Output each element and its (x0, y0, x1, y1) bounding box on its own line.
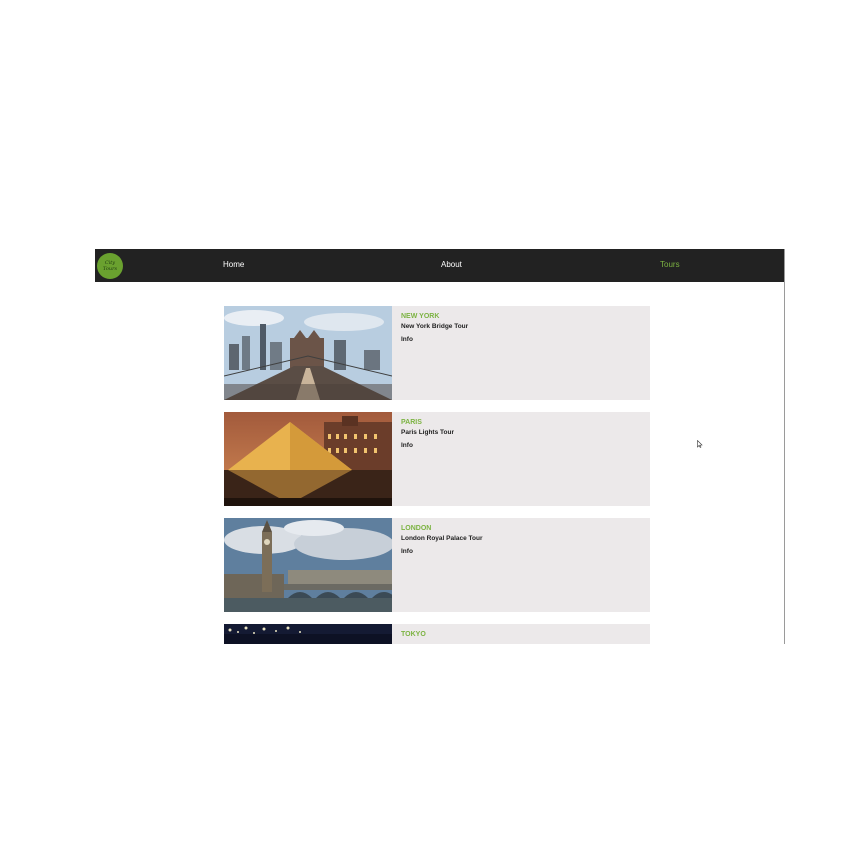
brooklyn-bridge-photo[interactable] (224, 306, 392, 400)
tour-card[interactable]: NEW YORK New York Bridge Tour Info (224, 306, 650, 400)
browser-viewport: City Tours Home About Tours NEW YORK New… (95, 249, 785, 644)
tour-title: New York Bridge Tour (401, 323, 469, 330)
tour-card[interactable]: LONDON London Royal Palace Tour Info (224, 518, 650, 612)
window-edge (784, 249, 785, 644)
tour-city: NEW YORK (401, 313, 440, 320)
tour-city: TOKYO (401, 631, 426, 638)
nav-link-tours[interactable]: Tours (660, 260, 680, 269)
big-ben-westminster-photo[interactable] (224, 518, 392, 612)
tour-card[interactable]: PARIS Paris Lights Tour Info (224, 412, 650, 506)
tour-info-link[interactable]: Info (401, 548, 413, 555)
tour-city: PARIS (401, 419, 422, 426)
tour-info-link[interactable]: Info (401, 442, 413, 449)
louvre-pyramid-photo[interactable] (224, 412, 392, 506)
navbar: City Tours Home About Tours (95, 249, 785, 282)
logo[interactable]: City Tours (97, 253, 123, 279)
tour-title: Paris Lights Tour (401, 429, 454, 436)
tour-info-link[interactable]: Info (401, 336, 413, 343)
nav-link-home[interactable]: Home (223, 260, 244, 269)
nav-link-about[interactable]: About (441, 260, 462, 269)
tour-city: LONDON (401, 525, 432, 532)
logo-text: City Tours (102, 260, 118, 272)
tokyo-night-photo[interactable] (224, 624, 392, 644)
tour-title: London Royal Palace Tour (401, 535, 483, 542)
tour-card[interactable]: TOKYO (224, 624, 650, 644)
tour-list: NEW YORK New York Bridge Tour Info PARIS… (224, 306, 650, 644)
mouse-cursor-icon (697, 440, 703, 448)
